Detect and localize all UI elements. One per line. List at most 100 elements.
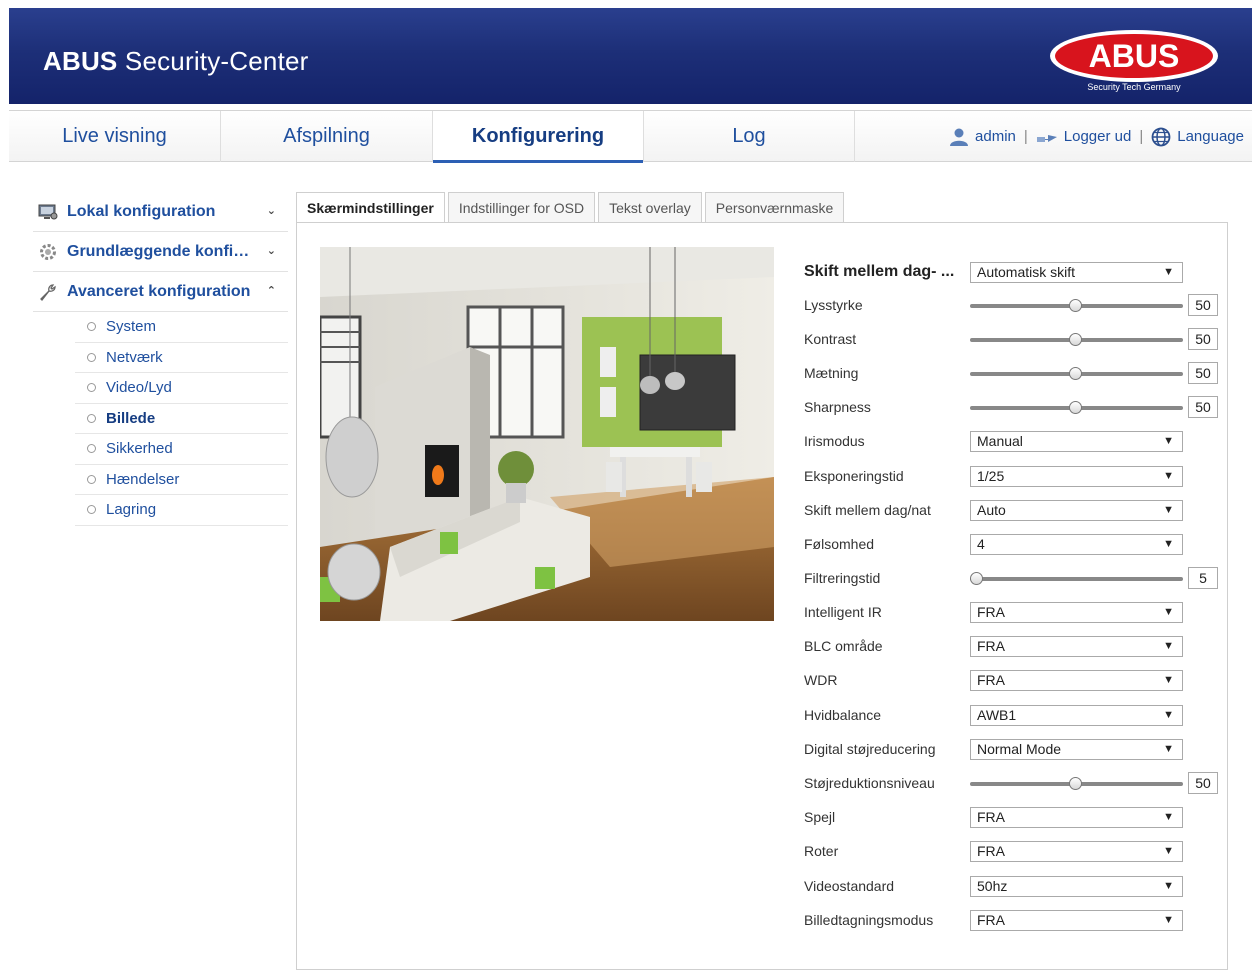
- contrast-slider[interactable]: [970, 329, 1183, 350]
- bullet-icon: [87, 352, 96, 362]
- setting-label: Billedtagningsmodus: [804, 912, 934, 928]
- day-night-select[interactable]: Auto ▼: [970, 499, 1183, 521]
- abus-logo: ABUS Security Tech Germany: [1050, 30, 1218, 92]
- sidebar-submenu: System Netværk Video/Lyd Billede Sikkerh…: [75, 312, 288, 526]
- slider-thumb[interactable]: [1069, 298, 1082, 312]
- setting-row-dnr-level: Støjreduktionsniveau 50: [804, 771, 1224, 795]
- sidebar-item-security[interactable]: Sikkerhed: [75, 434, 288, 465]
- dropdown-arrow-icon: ▼: [1163, 605, 1174, 618]
- dnr-level-value[interactable]: 50: [1188, 772, 1218, 794]
- app-title: ABUS Security-Center: [43, 46, 309, 76]
- contrast-value[interactable]: 50: [1188, 328, 1218, 350]
- dnr-level-slider[interactable]: [970, 773, 1183, 794]
- tab-text-overlay[interactable]: Tekst overlay: [598, 192, 702, 223]
- dnr-select[interactable]: Normal Mode ▼: [970, 738, 1183, 760]
- user-menu: admin | Logger ud | Language: [949, 111, 1244, 162]
- chevron-down-icon: ⌄: [266, 205, 276, 217]
- wdr-select[interactable]: FRA ▼: [970, 669, 1183, 691]
- sidebar-group-label: Lokal konfiguration: [67, 202, 216, 220]
- saturation-slider[interactable]: [970, 363, 1183, 384]
- slider-track: [970, 576, 1183, 581]
- brightness-slider[interactable]: [970, 295, 1183, 316]
- sharpness-slider[interactable]: [970, 397, 1183, 418]
- dropdown-arrow-icon: ▼: [1163, 879, 1174, 892]
- mode-switch-select[interactable]: Automatisk skift ▼: [970, 261, 1183, 283]
- svg-text:Security Tech Germany: Security Tech Germany: [1087, 82, 1181, 92]
- setting-row-white-balance: Hvidbalance AWB1 ▼: [804, 703, 1224, 727]
- tab-playback[interactable]: Afspilning: [221, 111, 433, 162]
- white-balance-select[interactable]: AWB1 ▼: [970, 704, 1183, 726]
- blc-area-select[interactable]: FRA ▼: [970, 635, 1183, 657]
- saturation-value[interactable]: 50: [1188, 362, 1218, 384]
- mirror-select[interactable]: FRA ▼: [970, 806, 1183, 828]
- sharpness-value[interactable]: 50: [1188, 396, 1218, 418]
- slider-thumb[interactable]: [1069, 776, 1082, 790]
- slider-thumb[interactable]: [1069, 400, 1082, 414]
- tab-privacy-mask[interactable]: Personværnmaske: [704, 192, 845, 223]
- filter-time-slider[interactable]: [970, 568, 1183, 589]
- computer-settings-icon: [37, 201, 59, 223]
- setting-label: Videostandard: [804, 878, 895, 894]
- rotate-select[interactable]: FRA ▼: [970, 840, 1183, 862]
- sidebar-item-storage[interactable]: Lagring: [75, 495, 288, 526]
- setting-row-video-standard: Videostandard 50hz ▼: [804, 874, 1224, 898]
- setting-label: WDR: [804, 672, 838, 688]
- dropdown-arrow-icon: ▼: [1163, 434, 1174, 447]
- tab-log[interactable]: Log: [644, 111, 855, 162]
- sidebar-item-network[interactable]: Netværk: [75, 343, 288, 373]
- sidebar-group-basic-config[interactable]: Grundlæggende konfi… ⌄: [33, 232, 288, 272]
- logout-label: Logger ud: [1063, 128, 1132, 145]
- sidebar-group-advanced-config[interactable]: Avanceret konfiguration ⌃: [33, 272, 288, 312]
- iris-mode-select[interactable]: Manual ▼: [970, 430, 1183, 452]
- sidebar-group-label: Avanceret konfiguration: [67, 282, 251, 300]
- logout-icon: [1036, 134, 1057, 142]
- tab-live-view[interactable]: Live visning: [9, 111, 221, 162]
- slider-thumb[interactable]: [970, 571, 983, 585]
- setting-label: Eksponeringstid: [804, 468, 904, 484]
- tab-configuration[interactable]: Konfigurering: [433, 111, 644, 163]
- setting-row-rotate: Roter FRA ▼: [804, 839, 1224, 863]
- setting-label: Roter: [804, 843, 839, 859]
- setting-label: Hvidbalance: [804, 707, 882, 723]
- setting-row-saturation: Mætning 50: [804, 361, 1224, 385]
- user-link[interactable]: admin: [949, 128, 1016, 146]
- setting-label: Filtreringstid: [804, 570, 881, 586]
- sidebar-group-local-config[interactable]: Lokal konfiguration ⌄: [33, 192, 288, 232]
- setting-label: Kontrast: [804, 331, 857, 347]
- bullet-icon: [87, 413, 96, 423]
- setting-label: Sharpness: [804, 399, 871, 415]
- setting-row-sharpness: Sharpness 50: [804, 395, 1224, 419]
- exposure-time-select[interactable]: 1/25 ▼: [970, 465, 1183, 487]
- brightness-value[interactable]: 50: [1188, 294, 1218, 316]
- setting-row-sensitivity: Følsomhed 4 ▼: [804, 532, 1224, 556]
- svg-text:ABUS: ABUS: [1089, 38, 1180, 74]
- setting-label: Irismodus: [804, 433, 865, 449]
- setting-label: Følsomhed: [804, 536, 875, 552]
- setting-row-dnr: Digital støjreducering Normal Mode ▼: [804, 737, 1224, 761]
- sidebar-item-events[interactable]: Hændelser: [75, 465, 288, 495]
- camera-preview: [320, 247, 774, 621]
- dropdown-arrow-icon: ▼: [1163, 844, 1174, 857]
- tab-osd-settings[interactable]: Indstillinger for OSD: [447, 192, 596, 223]
- setting-row-mode-switch: Skift mellem dag- ... Automatisk skift ▼: [804, 260, 1224, 284]
- filter-time-value[interactable]: 5: [1188, 567, 1218, 589]
- sidebar-item-system[interactable]: System: [75, 312, 288, 343]
- setting-label: Støjreduktionsniveau: [804, 775, 935, 791]
- slider-thumb[interactable]: [1069, 366, 1082, 380]
- setting-label: Skift mellem dag- ...: [804, 263, 955, 280]
- camera-preview-image: [320, 247, 774, 621]
- language-link[interactable]: Language: [1151, 127, 1244, 147]
- sidebar: Lokal konfiguration ⌄ Grundlæggende konf…: [33, 192, 288, 526]
- video-standard-select[interactable]: 50hz ▼: [970, 875, 1183, 897]
- sensitivity-select[interactable]: 4 ▼: [970, 533, 1183, 555]
- slider-thumb[interactable]: [1069, 332, 1082, 346]
- sidebar-item-video-audio[interactable]: Video/Lyd: [75, 373, 288, 404]
- smart-ir-select[interactable]: FRA ▼: [970, 601, 1183, 623]
- logout-link[interactable]: Logger ud: [1036, 128, 1132, 145]
- dropdown-arrow-icon: ▼: [1163, 913, 1174, 926]
- setting-row-contrast: Kontrast 50: [804, 327, 1224, 351]
- capture-mode-select[interactable]: FRA ▼: [970, 909, 1183, 931]
- tab-display-settings[interactable]: Skærmindstillinger: [296, 192, 445, 223]
- bullet-icon: [87, 444, 96, 454]
- sidebar-item-image[interactable]: Billede: [75, 404, 288, 434]
